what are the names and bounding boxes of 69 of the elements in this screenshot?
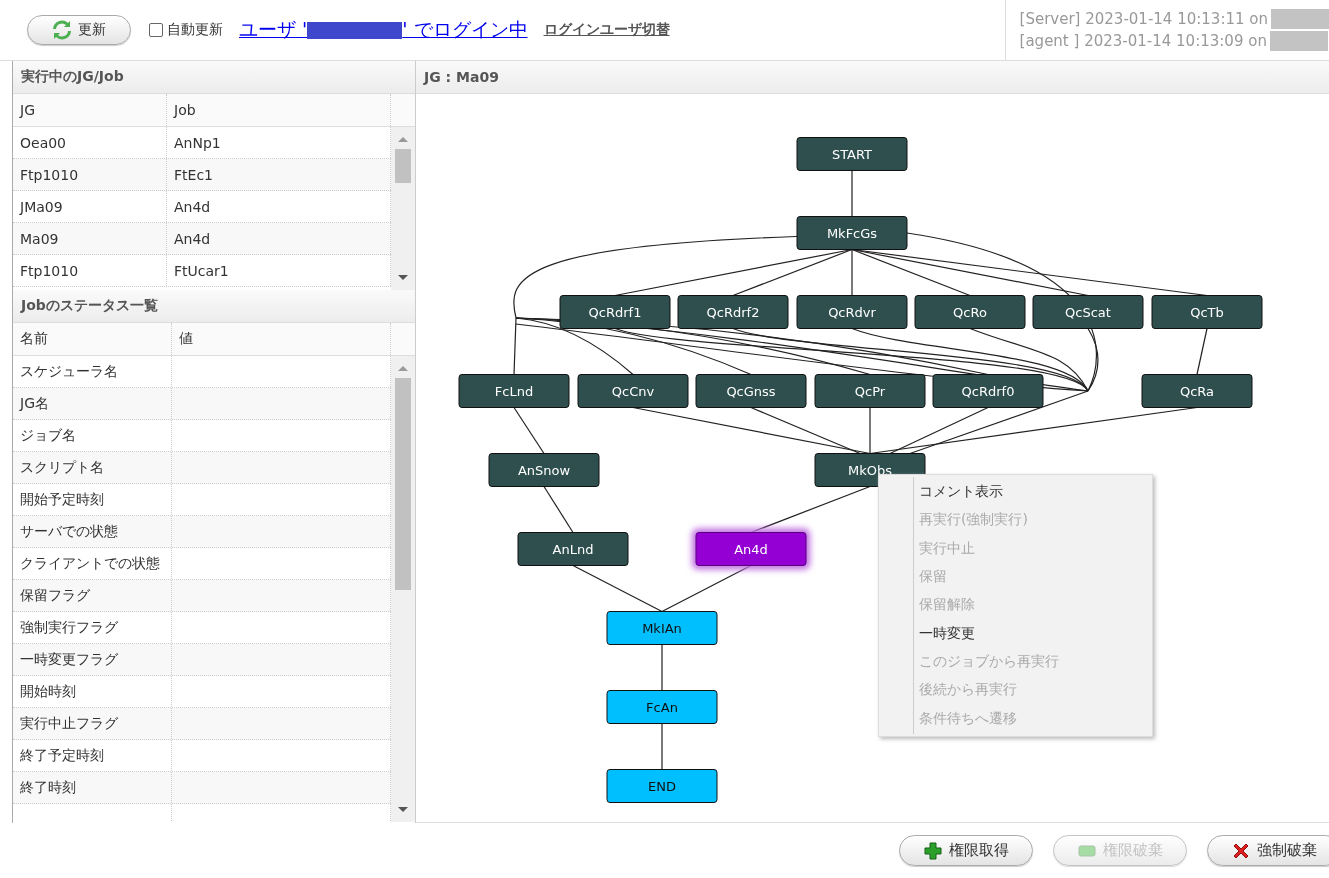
table-cell: Ftp1010 (13, 159, 167, 190)
login-user-link[interactable]: ' でログイン中 (402, 17, 528, 43)
switch-user-link[interactable]: ログインユーザ切替 (543, 21, 670, 39)
connector-line (661, 643, 663, 692)
job-node[interactable]: QcPr (814, 374, 926, 408)
column-header: JG (13, 94, 167, 126)
table-cell: 終了時刻 (13, 772, 172, 803)
table-cell: Ma09 (13, 223, 167, 254)
job-node[interactable]: AnLnd (517, 532, 629, 566)
action-button[interactable]: 権限取得 (899, 835, 1033, 866)
server-status-text: [Server] 2023-01-14 10:13:11 on (1019, 10, 1268, 28)
table-cell: クライアントでの状態 (13, 548, 172, 579)
job-node[interactable]: QcCnv (577, 374, 689, 408)
table-cell: 強制実行フラグ (13, 612, 172, 643)
plus-icon (923, 840, 943, 861)
job-node[interactable]: QcRo (914, 295, 1026, 329)
column-header: 名前 (13, 323, 172, 355)
table-cell: 実行中止フラグ (13, 708, 172, 739)
connector-line (513, 406, 545, 455)
table-cell: 開始時刻 (13, 676, 172, 707)
menu-item[interactable]: 一時変更 (879, 619, 1152, 648)
panel-header: JG : Ma09 (416, 61, 1329, 94)
job-node[interactable]: QcTb (1151, 295, 1263, 329)
job-node[interactable]: END (606, 769, 718, 803)
table-cell: Oea00 (13, 127, 167, 158)
table-cell: サーバでの状態 (13, 516, 172, 547)
redaction-block (1271, 9, 1329, 29)
job-node[interactable]: AnSnow (488, 453, 600, 487)
table-cell: 終了予定時刻 (13, 740, 172, 771)
table-cell: スケジューラ名 (13, 356, 172, 387)
job-node[interactable]: QcRdrf1 (559, 295, 671, 329)
connector-line (661, 722, 663, 771)
job-node[interactable]: QcRdvr (796, 295, 908, 329)
table-cell: JMa09 (13, 191, 167, 222)
job-node[interactable]: QcRdrf2 (677, 295, 789, 329)
job-node[interactable]: QcRa (1141, 374, 1253, 408)
connector-line (543, 485, 574, 534)
table-cell: 保留フラグ (13, 580, 172, 611)
agent-status-text: [agent ] 2023-01-14 10:13:09 on (1019, 32, 1267, 50)
redaction-block (1269, 31, 1328, 51)
table-cell: Ftp1010 (13, 255, 167, 286)
table-cell: 一時変更フラグ (13, 644, 172, 675)
column-header: Job (167, 94, 391, 126)
job-node[interactable]: FcAn (606, 690, 718, 724)
table-cell: スクリプト名 (13, 452, 172, 483)
table-cell: 開始予定時刻 (13, 484, 172, 515)
refresh-icon (52, 20, 72, 40)
job-node[interactable]: QcRdrf0 (932, 374, 1044, 408)
column-header: 値 (172, 323, 391, 355)
scrollbar[interactable] (391, 356, 415, 822)
panel-header: Jobのステータス一覧 (13, 290, 415, 323)
scrollbar[interactable] (391, 127, 415, 290)
table-cell: JG名 (13, 388, 172, 419)
auto-refresh-label: 自動更新 (167, 21, 223, 39)
action-button[interactable]: 強制破棄 (1207, 835, 1329, 866)
connector-line (1196, 327, 1208, 376)
connector-line (851, 169, 853, 218)
job-node[interactable]: QcGnss (695, 374, 807, 408)
job-node[interactable]: An4d (692, 528, 810, 570)
job-node[interactable]: MkFcGs (796, 216, 908, 250)
refresh-button[interactable]: 更新 (27, 15, 131, 45)
job-node[interactable]: QcScat (1032, 295, 1144, 329)
job-node[interactable]: FcLnd (458, 374, 570, 408)
table-cell: ジョブ名 (13, 420, 172, 451)
job-node[interactable]: MkIAn (606, 611, 718, 645)
login-user-link[interactable]: ユーザ ' (239, 17, 308, 43)
panel-header: 実行中のJG/Job (13, 61, 415, 94)
auto-refresh-checkbox[interactable] (149, 23, 163, 37)
job-node[interactable]: START (796, 137, 908, 171)
